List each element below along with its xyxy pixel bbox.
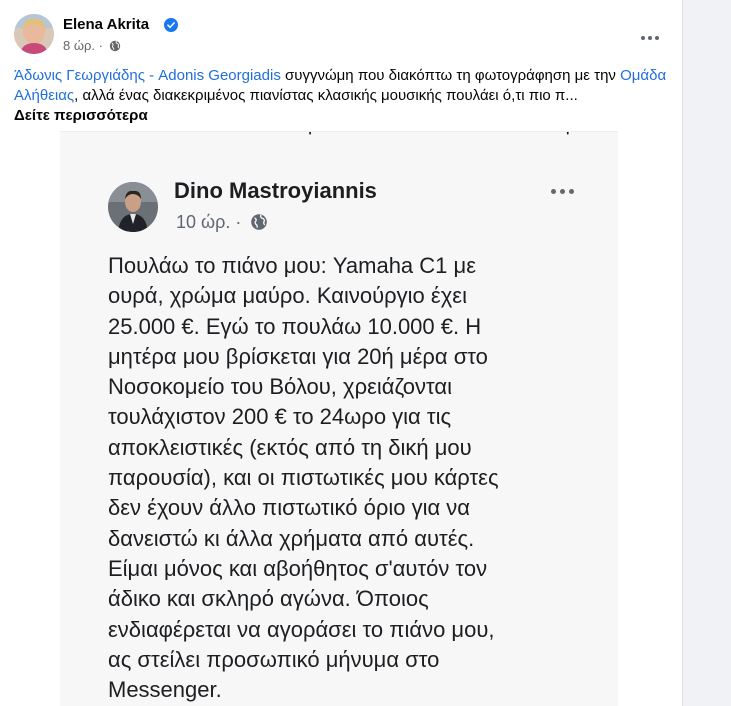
inner-text-line: Είμαι μόνος και αβοήθητος σ'αυτόν τον	[108, 555, 488, 581]
post-time[interactable]: 8 ώρ. ·	[63, 38, 103, 53]
inner-text-line: αποκλειστικές (εκτός από τη δική μου	[108, 434, 472, 460]
caption-text-1: συγγνώμη που διακόπτω τη φωτογράφηση με …	[280, 67, 621, 84]
post-header: Elena Akrita 8 ώρ. ·	[14, 14, 674, 58]
inner-text-line: παρουσία), και οι πιστωτικές μου κάρτες	[108, 465, 499, 491]
inner-text-line: ας στείλει προσωπικό μήνυμα στο	[108, 646, 440, 672]
inner-text-line: τουλάχιστον 200 € το 24ωρο για τις	[108, 404, 452, 430]
inner-post-text: Πουλάω το πιάνο μου: Yamaha C1 με ουρά, …	[108, 251, 578, 705]
more-dots-icon	[641, 36, 659, 40]
see-more-link[interactable]: Δείτε περισσότερα	[14, 107, 148, 124]
verified-badge-icon	[164, 18, 178, 32]
inner-text-line: μητέρα μου βρίσκεται για 20ή μέρα στο	[108, 343, 488, 369]
post-meta: 8 ώρ. ·	[63, 38, 121, 53]
inner-text-line: ενδιαφέρεται να αγοράσει το πιάνο μου,	[108, 616, 495, 642]
caption-text-2: , αλλά ένας διακεκριμένος πιανίστας κλασ…	[74, 87, 578, 104]
inner-text-line: 25.000 €. Εγώ το πουλάω 10.000 €. Η	[108, 313, 482, 339]
inner-text-line: Νοσοκομείο του Βόλου, χρειάζονται	[108, 374, 452, 400]
inner-globe-icon	[251, 214, 268, 230]
inner-text-line: άδικο και σκληρό αγώνα. Όποιος	[108, 586, 429, 612]
post-more-options-button[interactable]	[632, 20, 668, 56]
inner-post-time: 10 ώρ. ·	[176, 212, 242, 232]
post-card: Elena Akrita 8 ώρ. · Άδωνις Γεωργιάδης -…	[0, 0, 683, 706]
inner-more-dots-icon	[551, 189, 574, 194]
inner-author-avatar	[108, 182, 158, 232]
post-photo[interactable]: ' ' Dino Mastroyiannis 10 ώρ. · Πουλάω τ…	[60, 131, 618, 706]
inner-text-line: δανειστώ κι άλλα χρήματα από αυτές.	[108, 525, 475, 551]
photo-cut-text: ' '	[308, 131, 572, 150]
inner-post-meta: 10 ώρ. ·	[176, 212, 268, 233]
author-name[interactable]: Elena Akrita	[63, 16, 149, 33]
inner-author-name: Dino Mastroyiannis	[174, 178, 377, 203]
globe-icon	[109, 40, 120, 52]
mention-adonis-georgiadis[interactable]: Άδωνις Γεωργιάδης - Adonis Georgiadis	[14, 67, 281, 84]
inner-text-line: Messenger.	[108, 677, 222, 703]
inner-text-line: δεν έχουν άλλο πιστωτικό όριο για να	[108, 495, 471, 521]
inner-text-line: Πουλάω το πιάνο μου: Yamaha C1 με	[108, 253, 476, 278]
post-caption: Άδωνις Γεωργιάδης - Adonis Georgiadis συ…	[14, 66, 674, 126]
inner-text-line: ουρά, χρώμα μαύρο. Καινούργιο έχει	[108, 283, 467, 309]
author-avatar[interactable]	[14, 14, 54, 54]
